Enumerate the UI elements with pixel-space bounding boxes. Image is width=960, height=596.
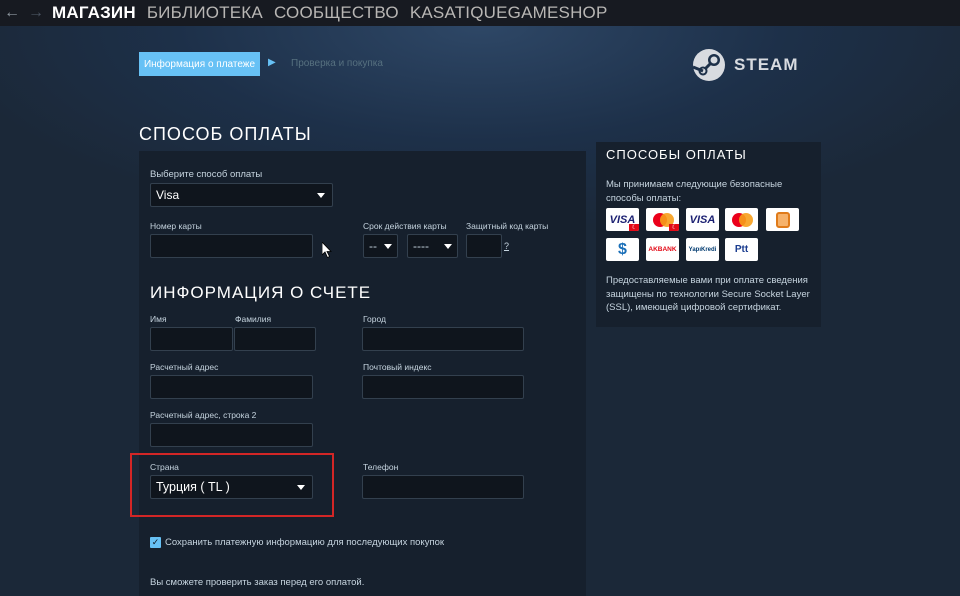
card-icon (775, 211, 790, 228)
chevron-down-icon (384, 244, 392, 249)
billing-info-title: ИНФОРМАЦИЯ О СЧЕТЕ (150, 283, 372, 302)
first-name-label: Имя (150, 314, 167, 324)
dollar-icon: $ (618, 240, 627, 258)
payment-method-value: Visa (156, 188, 180, 202)
step-review: Проверка и покупка (291, 58, 383, 69)
postal-code-input[interactable] (362, 375, 524, 399)
city-input[interactable] (362, 327, 524, 351)
city-label: Город (363, 314, 386, 324)
turkey-flag-icon: ☾ (629, 224, 639, 231)
nav-store[interactable]: МАГАЗИН (52, 2, 136, 24)
turkey-flag-icon: ☾ (669, 224, 679, 231)
address2-input[interactable] (150, 423, 313, 447)
cvv-help-link[interactable]: ? (504, 241, 509, 251)
first-name-input[interactable] (150, 327, 233, 351)
yapikredi-logo: YapıKredi (686, 238, 719, 261)
save-info-checkbox[interactable]: ✓ (150, 537, 161, 548)
prepaid-card-logo (766, 208, 799, 231)
address2-label: Расчетный адрес, строка 2 (150, 410, 257, 420)
save-info-label: Сохранить платежную информацию для после… (165, 537, 445, 548)
payment-method-select[interactable]: Visa (150, 183, 333, 207)
payment-methods-intro: Мы принимаем следующие безопасные способ… (606, 179, 783, 204)
dollar-logo: $ (606, 238, 639, 261)
address-label: Расчетный адрес (150, 362, 219, 372)
expiry-year-select[interactable]: ---- (407, 234, 458, 258)
last-name-label: Фамилия (235, 314, 272, 324)
forward-arrow-icon[interactable]: → (24, 3, 48, 23)
step-payment-info: Информация о платеже (139, 52, 260, 76)
cvv-label: Защитный код карты (466, 221, 549, 231)
mastercard-logo (725, 208, 758, 231)
ssl-security-note: Предоставляемые вами при оплате сведения… (606, 275, 810, 313)
payment-form-panel (139, 151, 586, 596)
visa-tr-logo: VISA ☾ (606, 208, 639, 231)
steam-wordmark: STEAM (734, 55, 799, 74)
visa-logo: VISA (686, 208, 719, 231)
postal-code-label: Почтовый индекс (363, 362, 432, 372)
phone-label: Телефон (363, 462, 399, 472)
payment-method-title: СПОСОБ ОПЛАТЫ (139, 124, 312, 144)
country-highlight-box (130, 453, 334, 517)
nav-community[interactable]: СООБЩЕСТВО (274, 2, 399, 24)
last-name-input[interactable] (234, 327, 316, 351)
mastercard-tr-logo: ☾ (646, 208, 679, 231)
expiry-month-value: -- (369, 239, 377, 253)
chevron-down-icon (317, 193, 325, 198)
expiry-year-value: ---- (413, 239, 429, 253)
review-note: Вы сможете проверить заказ перед его опл… (150, 577, 365, 588)
top-nav: ← → МАГАЗИН БИБЛИОТЕКА СООБЩЕСТВО KASATI… (0, 0, 960, 26)
phone-input[interactable] (362, 475, 524, 499)
step-arrow-icon: ▶ (268, 57, 276, 68)
card-number-label: Номер карты (150, 221, 202, 231)
ptt-logo: Ptt (725, 238, 758, 261)
expiry-label: Срок действия карты (363, 221, 447, 231)
nav-library[interactable]: БИБЛИОТЕКА (147, 2, 263, 24)
steam-icon (692, 49, 725, 81)
back-arrow-icon[interactable]: ← (0, 3, 24, 23)
address-input[interactable] (150, 375, 313, 399)
nav-profile[interactable]: KASATIQUEGAMESHOP (410, 2, 608, 24)
expiry-month-select[interactable]: -- (363, 234, 398, 258)
mouse-cursor-icon (322, 242, 332, 258)
cvv-input[interactable] (466, 234, 502, 258)
card-number-input[interactable] (150, 234, 313, 258)
payment-methods-title: СПОСОБЫ ОПЛАТЫ (606, 147, 747, 162)
steam-logo: STEAM (692, 48, 799, 82)
payment-method-label: Выберите способ оплаты (150, 169, 263, 180)
chevron-down-icon (444, 244, 452, 249)
akbank-logo: AKBANK (646, 238, 679, 261)
